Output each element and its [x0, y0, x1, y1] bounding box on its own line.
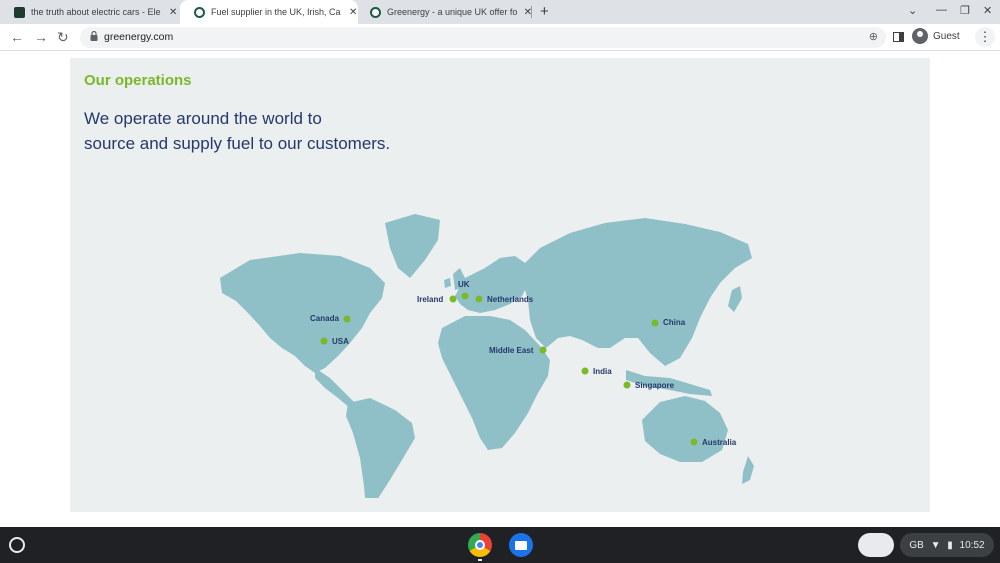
marker-netherlands[interactable]	[475, 295, 483, 303]
label-middle-east: Middle East	[489, 346, 534, 355]
headline-line-1: We operate around the world to	[84, 109, 322, 128]
section-title: Our operations	[84, 72, 192, 89]
marker-middle-east[interactable]	[539, 346, 547, 354]
label-usa: USA	[332, 337, 349, 346]
tab-strip: the truth about electric cars - Ele ✕ Fu…	[0, 0, 1000, 24]
marker-ireland[interactable]	[449, 295, 457, 303]
window-close-icon[interactable]: ✕	[983, 4, 992, 17]
continents	[220, 214, 754, 498]
profile-button[interactable]: Guest	[912, 28, 960, 44]
marker-canada[interactable]	[343, 315, 351, 323]
os-shelf: GB ▼ ▮ 10:52	[0, 527, 1000, 563]
greenergy-favicon-icon	[194, 6, 205, 18]
ireland-island	[444, 278, 451, 288]
tab-fuel-supplier[interactable]: Fuel supplier in the UK, Irish, Ca ✕	[180, 0, 358, 24]
greenland	[385, 214, 440, 278]
chrome-center-icon	[475, 540, 485, 550]
marker-uk[interactable]	[461, 292, 469, 300]
tab-electric-cars[interactable]: the truth about electric cars - Ele ✕	[0, 0, 180, 24]
south-america	[346, 398, 415, 498]
asia	[520, 218, 752, 366]
tab-title: Greenergy - a unique UK offer fo	[387, 7, 518, 17]
site-favicon-icon	[14, 6, 25, 18]
label-singapore: Singapore	[635, 381, 675, 390]
launcher-icon[interactable]	[9, 537, 25, 553]
battery-icon: ▮	[947, 539, 953, 551]
web-page: Our operations We operate around the wor…	[0, 52, 1000, 527]
marker-china[interactable]	[651, 319, 659, 327]
africa	[438, 316, 550, 450]
running-indicator	[478, 559, 482, 561]
label-china: China	[663, 318, 686, 327]
address-bar[interactable]: greenergy.com ⊕	[80, 27, 886, 48]
new-tab-button[interactable]: +	[540, 3, 549, 20]
close-icon[interactable]: ✕	[169, 7, 177, 18]
forward-arrow-icon[interactable]: →	[34, 29, 48, 45]
back-arrow-icon[interactable]: ←	[10, 29, 24, 45]
marker-india[interactable]	[581, 367, 589, 375]
marker-usa[interactable]	[320, 337, 328, 345]
tab-greenergy-offer[interactable]: Greenergy - a unique UK offer fo ✕	[356, 0, 532, 24]
wifi-icon: ▼	[930, 539, 941, 551]
browser-toolbar: ← → ↻ greenergy.com ⊕ Guest ⋮	[0, 24, 1000, 51]
url-text: greenergy.com	[104, 31, 174, 43]
restore-icon[interactable]: ❐	[960, 4, 970, 17]
label-netherlands: Netherlands	[487, 295, 534, 304]
label-uk: UK	[458, 280, 470, 289]
australia	[642, 396, 728, 462]
status-tray[interactable]: GB ▼ ▮ 10:52	[900, 533, 994, 557]
holding-space-icon[interactable]	[858, 533, 894, 557]
tab-title: the truth about electric cars - Ele	[31, 7, 161, 17]
label-canada: Canada	[310, 314, 339, 323]
headline: We operate around the world to source an…	[84, 106, 484, 156]
label-ireland: Ireland	[417, 295, 443, 304]
kebab-menu-icon[interactable]: ⋮	[975, 27, 995, 47]
tab-separator	[531, 6, 532, 18]
tab-title: Fuel supplier in the UK, Irish, Ca	[211, 7, 341, 17]
side-panel-icon[interactable]	[893, 32, 904, 42]
new-zealand	[742, 456, 754, 484]
world-map: UK Ireland Netherlands Canada USA China …	[220, 214, 754, 498]
chrome-app-icon[interactable]	[468, 533, 492, 557]
profile-label: Guest	[933, 30, 960, 42]
operations-panel: Our operations We operate around the wor…	[70, 58, 930, 512]
central-america	[315, 368, 355, 408]
japan	[728, 286, 742, 312]
north-america	[220, 253, 385, 373]
tab-search-chevron-icon[interactable]: ⌄	[908, 4, 917, 17]
folder-icon	[515, 541, 527, 550]
zoom-icon[interactable]: ⊕	[869, 30, 878, 43]
marker-singapore[interactable]	[623, 381, 631, 389]
keyboard-layout: GB	[909, 539, 924, 551]
minimize-icon[interactable]: —	[936, 4, 947, 16]
reload-icon[interactable]: ↻	[57, 29, 69, 46]
avatar-icon	[912, 28, 928, 44]
label-india: India	[593, 367, 612, 376]
marker-australia[interactable]	[690, 438, 698, 446]
clock: 10:52	[959, 539, 985, 551]
files-app-icon[interactable]	[509, 533, 533, 557]
headline-line-2: source and supply fuel to our customers.	[84, 134, 391, 153]
label-australia: Australia	[702, 438, 737, 447]
greenergy-favicon-icon	[370, 6, 381, 18]
lock-icon	[90, 31, 98, 41]
